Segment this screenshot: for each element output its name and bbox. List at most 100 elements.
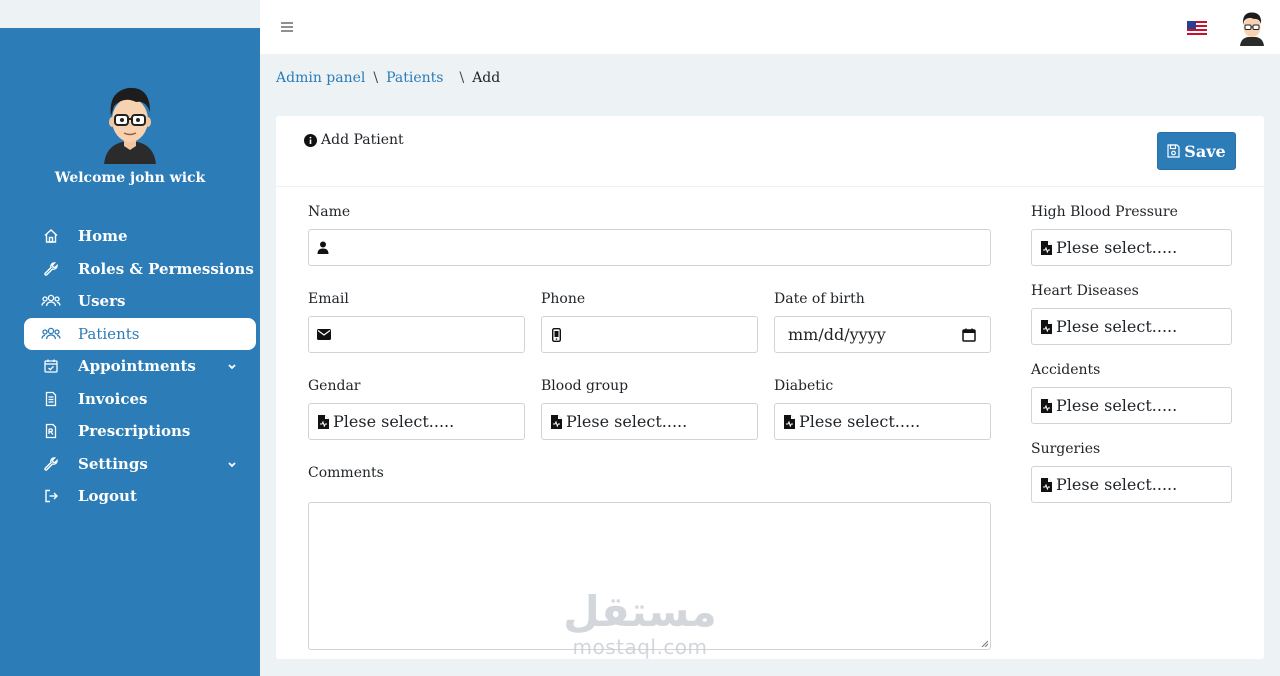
profile-avatar-icon[interactable] xyxy=(1238,10,1266,46)
file-medical-icon xyxy=(1040,398,1052,413)
home-icon xyxy=(40,228,62,244)
blood-group-label: Blood group xyxy=(541,378,629,394)
sidebar-item-label: Logout xyxy=(78,487,137,506)
name-field[interactable] xyxy=(308,229,991,266)
add-patient-card: Add Patient Save Name Email Phone Date o… xyxy=(276,116,1264,659)
floppy-disk-icon xyxy=(1167,144,1180,158)
patients-icon xyxy=(40,326,62,342)
email-input[interactable] xyxy=(335,325,524,344)
high-bp-select[interactable]: Plese select..... xyxy=(1031,229,1232,266)
users-icon xyxy=(40,293,62,309)
chevron-down-icon[interactable] xyxy=(226,360,238,372)
wrench-icon xyxy=(40,261,62,277)
topbar xyxy=(260,0,1280,54)
calendar-picker-icon[interactable] xyxy=(962,328,976,342)
envelope-icon xyxy=(317,328,331,342)
heart-diseases-select[interactable]: Plese select..... xyxy=(1031,308,1232,345)
phone-label: Phone xyxy=(541,291,586,307)
comments-label: Comments xyxy=(308,465,384,481)
email-field[interactable] xyxy=(308,316,525,353)
accidents-label: Accidents xyxy=(1031,362,1101,378)
card-title: Add Patient xyxy=(304,132,404,148)
sidebar-nav: Home Roles & Permessions Users Patients … xyxy=(24,220,256,513)
card-title-text: Add Patient xyxy=(321,132,404,148)
blood-group-select-value: Plese select..... xyxy=(566,412,688,431)
breadcrumb-separator: \ xyxy=(459,70,465,86)
info-circle-icon xyxy=(304,133,317,147)
phone-input[interactable] xyxy=(566,325,757,344)
sidebar: Welcome john wick Home Roles & Permessio… xyxy=(0,28,260,676)
breadcrumb-patients[interactable]: Patients xyxy=(386,70,443,86)
sidebar-item-invoices[interactable]: Invoices xyxy=(24,383,256,416)
sidebar-item-label: Settings xyxy=(78,454,148,473)
sidebar-item-label: Users xyxy=(78,292,126,311)
dob-value: mm/dd/yyyy xyxy=(788,325,886,344)
settings-wrench-icon xyxy=(40,456,62,472)
dob-field[interactable]: mm/dd/yyyy xyxy=(774,316,991,353)
file-medical-icon xyxy=(317,414,329,429)
resize-handle-icon[interactable] xyxy=(981,640,988,647)
breadcrumb-current: Add xyxy=(472,70,501,86)
file-medical-icon xyxy=(550,414,562,429)
gender-label: Gendar xyxy=(308,378,361,394)
high-bp-select-value: Plese select..... xyxy=(1056,238,1178,257)
phone-field[interactable] xyxy=(541,316,758,353)
sidebar-item-label: Roles & Permessions xyxy=(78,259,254,278)
heart-diseases-select-value: Plese select..... xyxy=(1056,317,1178,336)
sidebar-item-label: Invoices xyxy=(78,389,148,408)
sidebar-item-patients[interactable]: Patients xyxy=(24,317,256,350)
accidents-select-value: Plese select..... xyxy=(1056,396,1178,415)
name-input[interactable] xyxy=(333,238,990,257)
high-bp-label: High Blood Pressure xyxy=(1031,204,1178,220)
user-avatar-icon xyxy=(104,87,156,164)
sidebar-item-prescriptions[interactable]: Prescriptions xyxy=(24,415,256,448)
heart-diseases-label: Heart Diseases xyxy=(1031,283,1139,299)
mostaql-watermark: مستقل mostaql.com xyxy=(563,588,723,662)
welcome-text: Welcome john wick xyxy=(54,170,206,186)
save-button-label: Save xyxy=(1184,141,1226,161)
calendar-icon xyxy=(40,358,62,374)
name-label: Name xyxy=(308,204,351,220)
watermark-latin: mostaql.com xyxy=(572,635,708,659)
dob-label: Date of birth xyxy=(774,291,865,307)
sidebar-item-label: Patients xyxy=(78,324,140,343)
surgeries-select-value: Plese select..... xyxy=(1056,475,1178,494)
breadcrumb: Admin panel \ Patients \ Add xyxy=(276,70,500,86)
file-medical-icon xyxy=(783,414,795,429)
card-header: Add Patient Save xyxy=(276,116,1264,187)
gender-select-value: Plese select..... xyxy=(333,412,455,431)
breadcrumb-admin-panel[interactable]: Admin panel xyxy=(276,70,365,86)
chevron-down-icon[interactable] xyxy=(226,458,238,470)
diabetic-select-value: Plese select..... xyxy=(799,412,921,431)
watermark-arabic: مستقل xyxy=(563,587,717,636)
diabetic-select[interactable]: Plese select..... xyxy=(774,403,991,440)
diabetic-label: Diabetic xyxy=(774,378,834,394)
us-flag-icon[interactable] xyxy=(1187,21,1207,35)
file-medical-icon xyxy=(1040,319,1052,334)
invoice-icon xyxy=(40,391,62,407)
sidebar-item-label: Appointments xyxy=(78,357,196,376)
file-medical-icon xyxy=(1040,477,1052,492)
surgeries-label: Surgeries xyxy=(1031,441,1101,457)
breadcrumb-separator: \ xyxy=(373,70,379,86)
sidebar-item-logout[interactable]: Logout xyxy=(24,480,256,513)
prescription-icon xyxy=(40,423,62,439)
sidebar-top-gap xyxy=(0,0,260,28)
logout-icon xyxy=(40,488,62,504)
hamburger-menu-icon[interactable] xyxy=(280,20,294,34)
email-label: Email xyxy=(308,291,349,307)
sidebar-item-settings[interactable]: Settings xyxy=(24,448,256,481)
sidebar-item-label: Prescriptions xyxy=(78,422,191,441)
sidebar-item-appointments[interactable]: Appointments xyxy=(24,350,256,383)
file-medical-icon xyxy=(1040,240,1052,255)
sidebar-item-users[interactable]: Users xyxy=(24,285,256,318)
mobile-phone-icon xyxy=(550,327,562,342)
save-button[interactable]: Save xyxy=(1157,132,1236,170)
sidebar-item-roles[interactable]: Roles & Permessions xyxy=(24,253,256,286)
gender-select[interactable]: Plese select..... xyxy=(308,403,525,440)
blood-group-select[interactable]: Plese select..... xyxy=(541,403,758,440)
sidebar-item-label: Home xyxy=(78,227,128,246)
surgeries-select[interactable]: Plese select..... xyxy=(1031,466,1232,503)
sidebar-item-home[interactable]: Home xyxy=(24,220,256,253)
accidents-select[interactable]: Plese select..... xyxy=(1031,387,1232,424)
